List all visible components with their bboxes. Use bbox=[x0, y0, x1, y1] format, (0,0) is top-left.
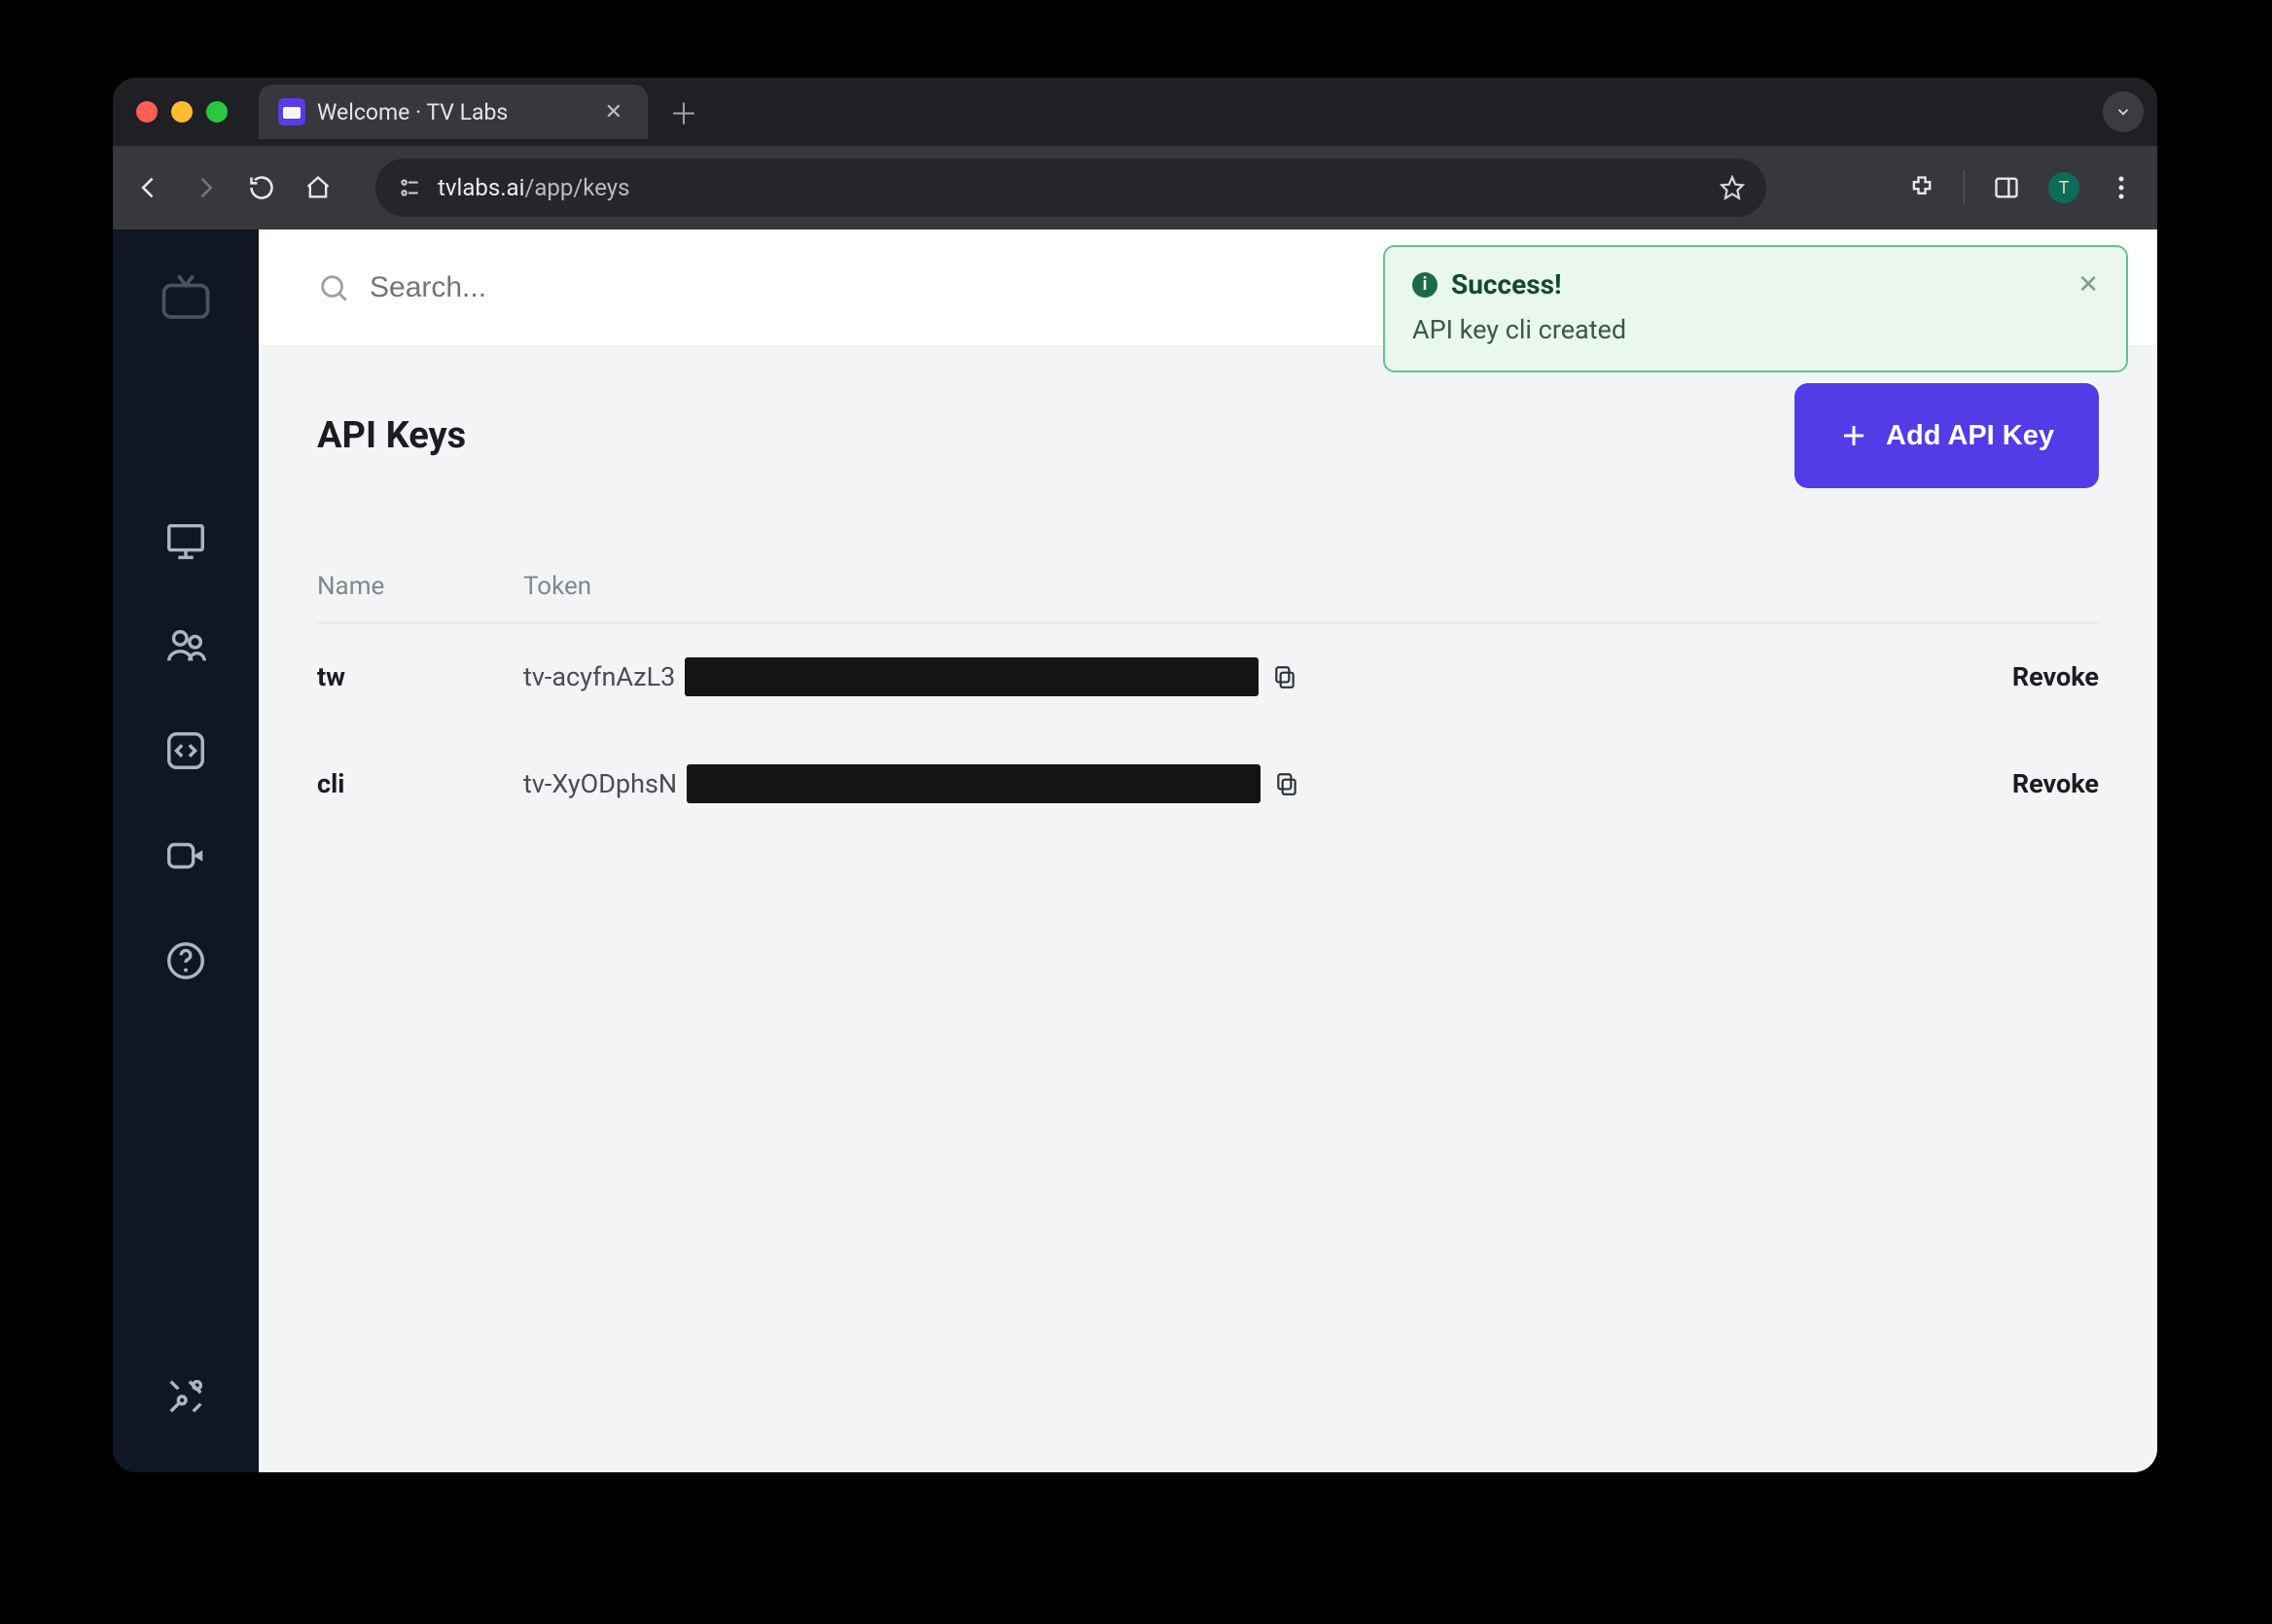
site-info-icon[interactable] bbox=[397, 175, 422, 200]
toast-title: Success! bbox=[1451, 268, 1562, 300]
tabs-dropdown-button[interactable] bbox=[2103, 91, 2144, 132]
tab-strip: Welcome · TV Labs ✕ ＋ bbox=[113, 78, 2157, 146]
copy-token-button[interactable] bbox=[1270, 771, 1299, 796]
back-button[interactable] bbox=[134, 173, 163, 202]
forward-button[interactable] bbox=[191, 173, 220, 202]
bookmark-button[interactable] bbox=[1720, 175, 1745, 200]
plus-icon bbox=[1839, 421, 1868, 450]
new-tab-button[interactable]: ＋ bbox=[654, 90, 714, 133]
revoke-button[interactable]: Revoke bbox=[2012, 768, 2099, 799]
extensions-button[interactable] bbox=[1907, 173, 1936, 202]
sidebar bbox=[113, 229, 259, 1472]
key-token-cell: tv-XyODphsN bbox=[523, 764, 1943, 803]
profile-button[interactable]: T bbox=[2048, 172, 2079, 203]
sidebar-sessions-icon[interactable] bbox=[159, 829, 213, 883]
maximize-window-button[interactable] bbox=[206, 101, 228, 123]
close-window-button[interactable] bbox=[136, 101, 158, 123]
api-keys-table: Name Token tw tv-acyfnAzL3 bbox=[317, 572, 2099, 837]
content-area: API Keys Add API Key Name Token bbox=[259, 229, 2157, 1472]
app-body: API Keys Add API Key Name Token bbox=[113, 229, 2157, 1472]
divider bbox=[1964, 170, 1965, 205]
browser-window: Welcome · TV Labs ✕ ＋ tvlabs.ai/app/keys bbox=[113, 78, 2157, 1472]
sidebar-help-icon[interactable] bbox=[159, 934, 213, 988]
address-bar[interactable]: tvlabs.ai/app/keys bbox=[375, 159, 1766, 217]
close-tab-button[interactable]: ✕ bbox=[599, 100, 628, 124]
browser-toolbar: tvlabs.ai/app/keys T bbox=[113, 146, 2157, 229]
info-icon: i bbox=[1412, 272, 1438, 298]
table-header: Name Token bbox=[317, 572, 2099, 623]
key-token-cell: tv-acyfnAzL3 bbox=[523, 657, 1943, 696]
sidebar-team-icon[interactable] bbox=[159, 618, 213, 673]
toast-close-button[interactable]: ✕ bbox=[2077, 270, 2099, 300]
url-text: tvlabs.ai/app/keys bbox=[438, 174, 630, 201]
token-redacted bbox=[687, 764, 1260, 803]
key-name: cli bbox=[317, 768, 523, 799]
page-title: API Keys bbox=[317, 414, 466, 457]
key-name: tw bbox=[317, 661, 523, 692]
favicon-icon bbox=[278, 98, 305, 125]
reload-button[interactable] bbox=[247, 173, 276, 202]
browser-tab[interactable]: Welcome · TV Labs ✕ bbox=[259, 85, 648, 139]
browser-menu-button[interactable] bbox=[2107, 173, 2136, 202]
table-row: tw tv-acyfnAzL3 Revoke bbox=[317, 623, 2099, 730]
page: API Keys Add API Key Name Token bbox=[259, 346, 2157, 874]
tab-title: Welcome · TV Labs bbox=[317, 99, 508, 125]
add-api-key-label: Add API Key bbox=[1886, 420, 2054, 452]
sidebar-api-keys-icon[interactable] bbox=[159, 724, 213, 778]
search-icon bbox=[317, 271, 350, 304]
home-button[interactable] bbox=[303, 173, 333, 202]
window-controls bbox=[136, 101, 228, 123]
app-logo-icon bbox=[157, 268, 215, 327]
page-header: API Keys Add API Key bbox=[317, 383, 2099, 488]
token-prefix: tv-acyfnAzL3 bbox=[523, 661, 675, 692]
add-api-key-button[interactable]: Add API Key bbox=[1794, 383, 2099, 488]
revoke-button[interactable]: Revoke bbox=[2012, 661, 2099, 692]
token-prefix: tv-XyODphsN bbox=[523, 768, 677, 799]
copy-token-button[interactable] bbox=[1268, 664, 1297, 689]
column-header-token: Token bbox=[523, 572, 1943, 601]
toast-success: i Success! ✕ API key cli created bbox=[1383, 245, 2128, 372]
column-header-name: Name bbox=[317, 572, 523, 601]
sidebar-devices-icon[interactable] bbox=[159, 513, 213, 568]
table-row: cli tv-XyODphsN Revoke bbox=[317, 730, 2099, 837]
side-panel-button[interactable] bbox=[1992, 173, 2021, 202]
sidebar-settings-icon[interactable] bbox=[159, 1369, 213, 1424]
token-redacted bbox=[685, 657, 1259, 696]
toast-message: API key cli created bbox=[1412, 314, 2099, 345]
minimize-window-button[interactable] bbox=[171, 101, 193, 123]
